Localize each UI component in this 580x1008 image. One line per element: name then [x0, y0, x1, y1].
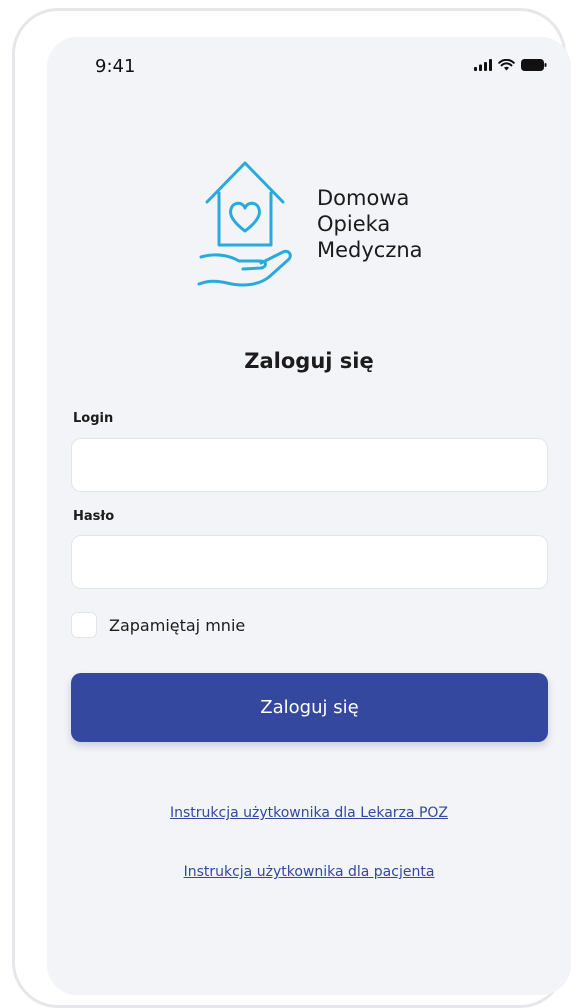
- page-title: Zaloguj się: [244, 349, 374, 373]
- app-screen: 9:41 Domowa Opieka Medyczna Zaloguj się …: [47, 37, 571, 995]
- app-logo: Domowa Opieka Medyczna: [185, 157, 445, 307]
- logo-text-line-3: Medyczna: [317, 238, 423, 262]
- logo-text-line-1: Domowa: [317, 186, 410, 210]
- signal-icon: [474, 59, 492, 71]
- logo-text: Domowa Opieka Medyczna: [317, 185, 423, 263]
- remember-me-label[interactable]: Zapamiętaj mnie: [109, 616, 245, 635]
- remember-me-row[interactable]: Zapamiętaj mnie: [71, 612, 245, 638]
- phone-frame: 9:41 Domowa Opieka Medyczna Zaloguj się …: [12, 8, 571, 1008]
- remember-me-checkbox[interactable]: [71, 612, 97, 638]
- doctor-manual-link[interactable]: Instrukcja użytkownika dla Lekarza POZ: [47, 805, 571, 821]
- battery-icon: [521, 59, 547, 71]
- logo-text-line-2: Opieka: [317, 212, 391, 236]
- login-button[interactable]: Zaloguj się: [71, 673, 548, 742]
- login-input[interactable]: [71, 438, 548, 492]
- house-heart-hand-icon: [197, 161, 292, 287]
- wifi-icon: [498, 59, 515, 71]
- status-icons: [474, 59, 547, 71]
- status-bar: 9:41: [47, 37, 571, 91]
- patient-manual-link[interactable]: Instrukcja użytkownika dla pacjenta: [47, 864, 571, 880]
- password-input[interactable]: [71, 535, 548, 589]
- status-time: 9:41: [95, 56, 136, 77]
- login-label: Login: [73, 411, 114, 426]
- password-label: Hasło: [73, 509, 115, 524]
